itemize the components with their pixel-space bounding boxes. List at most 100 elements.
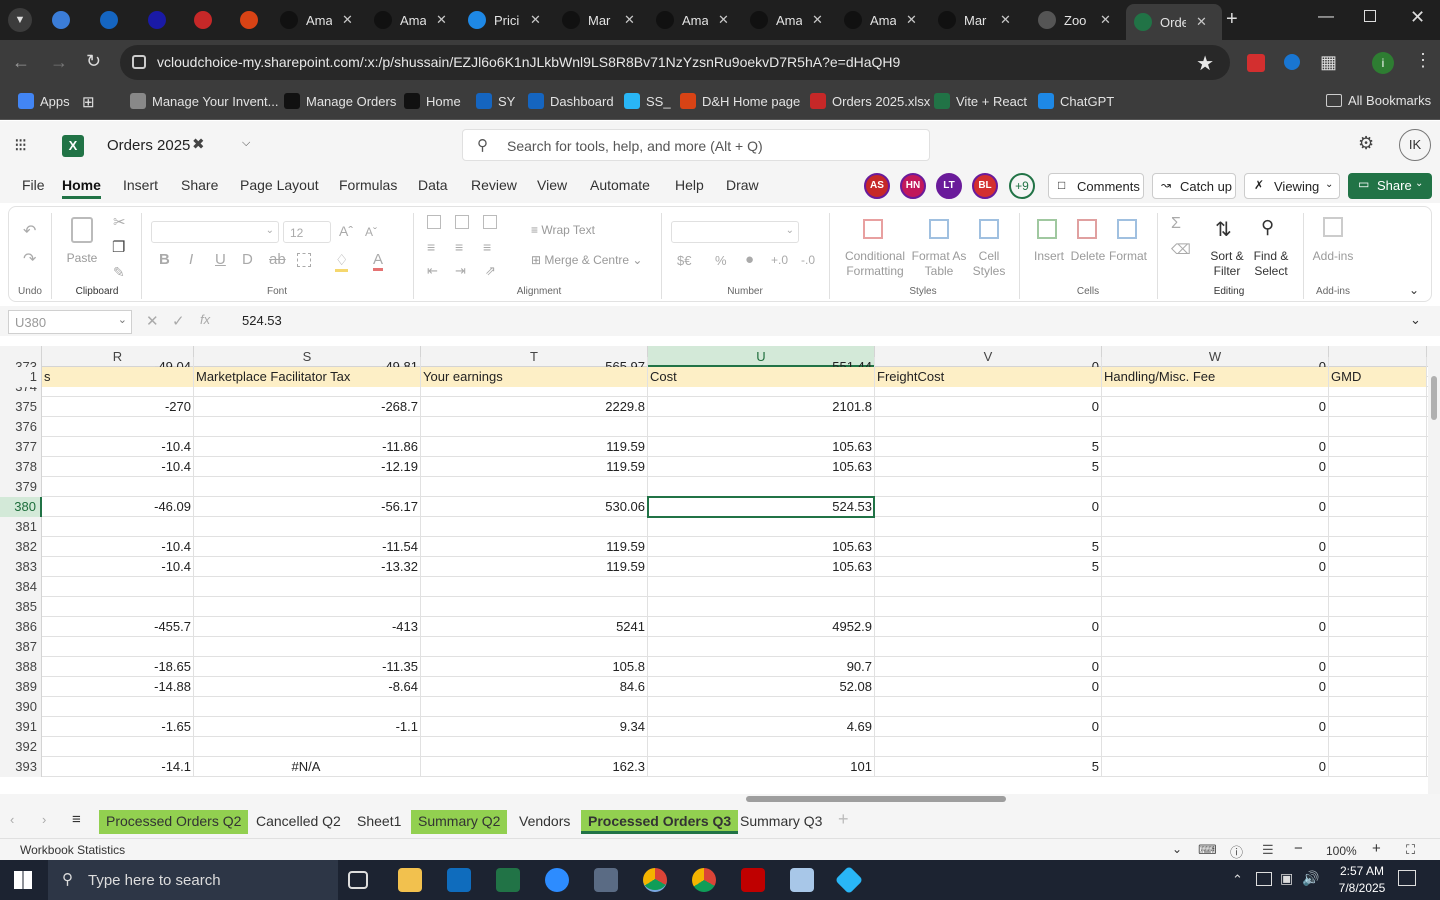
table-cell[interactable]: -1.65 — [42, 717, 194, 737]
table-cell[interactable]: 119.59 — [421, 457, 648, 477]
table-cell[interactable]: 105.63 — [648, 537, 875, 557]
row-number[interactable]: 378 — [0, 457, 42, 477]
borders-icon[interactable] — [297, 253, 311, 267]
enter-formula-icon[interactable]: ✓ — [172, 312, 185, 330]
column-title-cell[interactable]: Cost — [648, 367, 875, 387]
table-cell[interactable]: -268.7 — [194, 397, 421, 417]
sort-filter-button[interactable]: Sort & Filter — [1205, 249, 1249, 279]
formula-value[interactable]: 524.53 — [242, 313, 282, 328]
table-cell[interactable] — [421, 697, 648, 717]
browser-tab[interactable] — [44, 6, 78, 34]
table-cell[interactable]: 0 — [1102, 497, 1329, 517]
table-cell[interactable]: 0 — [875, 657, 1102, 677]
name-box[interactable]: U380 ⌄ — [8, 310, 132, 334]
collaborator-avatar[interactable]: AS — [864, 173, 890, 199]
tab-groups-icon[interactable]: ⊞ — [82, 93, 95, 111]
sheet-tab[interactable]: Sheet1 — [350, 810, 408, 834]
table-cell[interactable]: -11.54 — [194, 537, 421, 557]
bookmark-item[interactable]: Apps — [18, 93, 70, 109]
table-cell[interactable]: 0 — [1102, 677, 1329, 697]
table-cell[interactable]: 90.7 — [648, 657, 875, 677]
table-cell[interactable] — [421, 597, 648, 617]
all-bookmarks[interactable]: All Bookmarks — [1326, 93, 1431, 108]
table-cell[interactable]: 0 — [875, 497, 1102, 517]
table-cell[interactable] — [648, 417, 875, 437]
tab-close-icon[interactable]: ✕ — [530, 12, 541, 28]
table-cell[interactable]: 0 — [1102, 397, 1329, 417]
table-cell[interactable] — [1329, 397, 1427, 417]
table-cell[interactable] — [1329, 757, 1427, 777]
sort-filter-icon[interactable]: ⇅ — [1215, 217, 1232, 242]
table-cell[interactable]: -11.86 — [194, 437, 421, 457]
table-cell[interactable] — [875, 737, 1102, 757]
row-number[interactable]: 387 — [0, 637, 42, 657]
table-cell[interactable] — [1329, 617, 1427, 637]
profile-icon[interactable]: i — [1372, 52, 1394, 74]
strikethrough-icon[interactable]: ab — [269, 251, 286, 268]
row-number[interactable]: 390 — [0, 697, 42, 717]
collaborator-avatar[interactable]: BL — [972, 173, 998, 199]
table-cell[interactable] — [1102, 637, 1329, 657]
browser-tab[interactable]: Ama ✕ — [742, 6, 828, 34]
undo-icon[interactable]: ↶ — [23, 221, 36, 241]
table-cell[interactable]: 0 — [1102, 437, 1329, 457]
ribbon-tab[interactable]: Help — [675, 177, 704, 193]
table-cell[interactable] — [42, 597, 194, 617]
sheet-tab[interactable]: Cancelled Q2 — [249, 810, 348, 834]
close-window-button[interactable]: ✕ — [1410, 7, 1425, 28]
table-cell[interactable] — [648, 517, 875, 537]
ribbon-tab[interactable]: Share — [181, 177, 218, 193]
table-cell[interactable] — [194, 637, 421, 657]
status-chevron-icon[interactable]: ⌄ — [1172, 842, 1182, 856]
table-cell[interactable]: 0 — [1102, 657, 1329, 677]
table-cell[interactable]: 105.63 — [648, 437, 875, 457]
sheet-tab[interactable]: Processed Orders Q3 — [581, 810, 739, 834]
keyboard-icon[interactable]: ⌨ — [1198, 842, 1217, 858]
table-cell[interactable]: 530.06 — [421, 497, 648, 517]
table-cell[interactable] — [1329, 597, 1427, 617]
tab-close-icon[interactable]: ✕ — [812, 12, 823, 28]
table-cell[interactable]: -12.19 — [194, 457, 421, 477]
extension-icon-red[interactable] — [1247, 54, 1265, 72]
decrease-font-icon[interactable]: Aˇ — [365, 225, 377, 239]
maximize-button[interactable] — [1364, 10, 1376, 22]
align-center-icon[interactable]: ≡ — [455, 239, 463, 255]
row-number[interactable]: 382 — [0, 537, 42, 557]
clock-time[interactable]: 2:57 AM — [1332, 864, 1392, 878]
table-cell[interactable] — [1329, 737, 1427, 757]
sheet-tab[interactable]: Processed Orders Q2 — [99, 810, 249, 834]
table-cell[interactable] — [194, 517, 421, 537]
table-cell[interactable]: 9.34 — [421, 717, 648, 737]
conditional-formatting-icon[interactable] — [863, 219, 883, 239]
table-cell[interactable]: 0 — [875, 617, 1102, 637]
format-cells-button[interactable]: Format — [1107, 249, 1149, 264]
table-cell[interactable]: 0 — [1102, 717, 1329, 737]
column-title-cell[interactable]: GMD — [1329, 367, 1427, 387]
currency-icon[interactable]: $€ — [677, 253, 691, 268]
viewing-button[interactable]: ✗ Viewing ⌄ — [1244, 173, 1340, 199]
table-cell[interactable] — [42, 697, 194, 717]
tray-chevron-icon[interactable]: ⌃ — [1232, 872, 1243, 888]
file-explorer-icon[interactable] — [398, 868, 422, 892]
table-cell[interactable]: -10.4 — [42, 557, 194, 577]
browser-tab[interactable]: Ama ✕ — [272, 6, 358, 34]
ribbon-tab[interactable]: Data — [418, 177, 448, 193]
settings-gear-icon[interactable]: ⚙ — [1358, 133, 1374, 154]
next-sheet-icon[interactable]: › — [42, 812, 46, 827]
table-cell[interactable] — [875, 477, 1102, 497]
row-number[interactable]: 380 — [0, 497, 42, 517]
increase-font-icon[interactable]: Aˆ — [339, 223, 353, 239]
tab-close-icon[interactable]: ✕ — [1100, 12, 1111, 28]
table-cell[interactable] — [42, 577, 194, 597]
table-cell[interactable]: 105.63 — [648, 557, 875, 577]
table-cell[interactable]: -11.35 — [194, 657, 421, 677]
table-cell[interactable] — [875, 697, 1102, 717]
ribbon-tab[interactable]: File — [22, 177, 45, 193]
zoom-in-icon[interactable]: + — [1372, 840, 1381, 857]
bookmark-item[interactable]: Dashboard — [528, 93, 614, 109]
new-tab-button[interactable]: + — [1226, 8, 1238, 31]
table-cell[interactable] — [1329, 717, 1427, 737]
table-cell[interactable] — [1102, 517, 1329, 537]
row-number[interactable]: 381 — [0, 517, 42, 537]
bookmark-item[interactable]: Manage Your Invent... — [130, 93, 278, 109]
